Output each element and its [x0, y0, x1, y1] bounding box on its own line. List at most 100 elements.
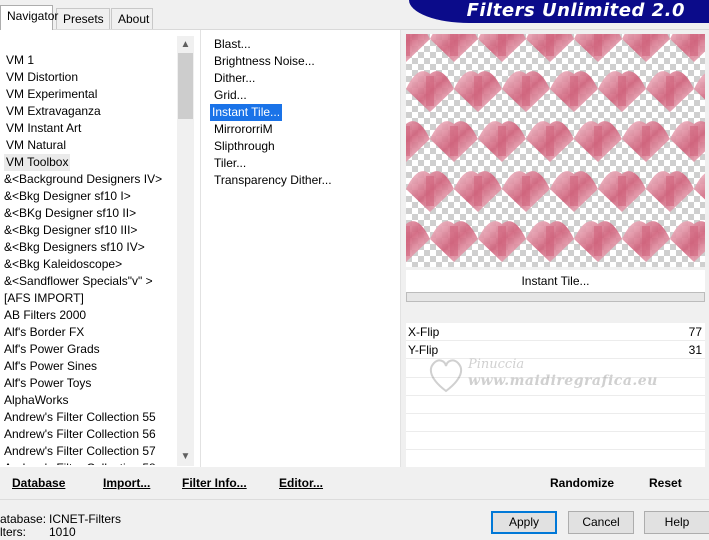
banner-title: Filters Unlimited 2.0	[466, 0, 685, 21]
tile-bar	[474, 176, 482, 206]
tile-bar	[426, 76, 434, 106]
filter-info-button[interactable]: Filter Info...	[182, 475, 247, 491]
tab-about[interactable]: About	[111, 8, 153, 29]
chevron-up-icon[interactable]: ▲	[177, 36, 194, 53]
category-item[interactable]: AB Filters 2000	[4, 307, 86, 324]
tab-presets-label: Presets	[63, 12, 104, 26]
tile-shape	[670, 221, 705, 262]
import-button[interactable]: Import...	[103, 475, 150, 491]
apply-button[interactable]: Apply	[491, 511, 557, 534]
heart-icon	[429, 359, 463, 393]
watermark-line2: www.maidiregrafica.eu	[468, 373, 658, 389]
tile-bar	[450, 34, 458, 56]
tile-bar	[642, 34, 650, 56]
right-panel: Instant Tile... X-Flip 77 Y-Flip 31 Pinu…	[401, 30, 709, 495]
category-item[interactable]: VM Natural	[6, 137, 66, 154]
current-filter-name: Instant Tile...	[406, 270, 705, 292]
tab-bar: Navigator Presets About Filters Unlimite…	[0, 0, 709, 30]
status-filters-label: lters:	[0, 525, 27, 539]
tile-bar	[406, 126, 410, 156]
cancel-button[interactable]: Cancel	[568, 511, 634, 534]
category-item[interactable]: Andrew's Filter Collection 57	[4, 443, 156, 460]
filter-item[interactable]: Instant Tile...	[210, 104, 283, 121]
scrollbar-thumb[interactable]	[178, 53, 193, 119]
tile-bar	[498, 226, 506, 256]
param-row-empty	[406, 413, 705, 414]
randomize-button[interactable]: Randomize	[550, 475, 614, 491]
help-button[interactable]: Help	[644, 511, 709, 534]
main-panel: VM 1 VM Distortion VM Experimental VM Extra…	[0, 29, 709, 495]
filter-item[interactable]: Brightness Noise...	[212, 53, 317, 70]
category-item[interactable]: Andrew's Filter Collection 55	[4, 409, 156, 426]
category-item[interactable]: VM 1	[6, 52, 34, 69]
category-item[interactable]: &<Bkg Designers sf10 IV>	[4, 239, 145, 256]
category-item[interactable]: &<Bkg Designer sf10 I>	[4, 188, 131, 205]
tile-bar	[690, 226, 698, 256]
tile-bar	[642, 226, 650, 256]
category-item[interactable]: &<Sandflower Specials"v" >	[4, 273, 153, 290]
tile-bar	[618, 76, 626, 106]
param-value: 31	[688, 343, 702, 357]
tile-bar	[426, 176, 434, 206]
filter-item[interactable]: Transparency Dither...	[212, 172, 334, 189]
tile-bar	[642, 126, 650, 156]
category-item[interactable]: Alf's Power Toys	[4, 375, 91, 392]
watermark-line1: Pinuccia	[468, 357, 525, 372]
reset-button[interactable]: Reset	[649, 475, 682, 491]
status-area: atabase: ICNET-Filters lters: 1010 Apply…	[0, 499, 709, 540]
filter-item[interactable]: Grid...	[212, 87, 249, 104]
database-button[interactable]: Database	[12, 475, 65, 491]
tile-bar	[666, 76, 674, 106]
param-row-empty	[406, 449, 705, 450]
tile-bar	[450, 126, 458, 156]
tile-bar	[546, 126, 554, 156]
category-scrollbar[interactable]: ▲ ▼	[177, 36, 194, 466]
tile-shape	[670, 121, 705, 162]
chevron-down-icon[interactable]: ▼	[177, 448, 194, 465]
category-item[interactable]: AlphaWorks	[4, 392, 68, 409]
category-item[interactable]: VM Toolbox	[4, 154, 71, 171]
category-item[interactable]: Alf's Border FX	[4, 324, 84, 341]
tile-bar	[406, 34, 410, 56]
category-item[interactable]: Alf's Power Sines	[4, 358, 97, 375]
tile-bar	[570, 176, 578, 206]
title-banner: Filters Unlimited 2.0	[409, 0, 709, 23]
filter-item[interactable]: Dither...	[212, 70, 257, 87]
watermark: Pinuccia www.maidiregrafica.eu	[426, 351, 658, 411]
category-item[interactable]: VM Extravaganza	[6, 103, 101, 120]
status-database: atabase: ICNET-Filters	[0, 512, 121, 526]
tab-navigator-label: Navigator	[7, 9, 59, 23]
status-filters-value: 1010	[49, 525, 76, 539]
filter-item[interactable]: MirrororriM	[212, 121, 275, 138]
filter-item[interactable]: Slipthrough	[212, 138, 277, 155]
tile-bar	[522, 76, 530, 106]
category-item[interactable]: Alf's Power Grads	[4, 341, 100, 358]
tab-presets[interactable]: Presets	[56, 8, 110, 29]
category-item[interactable]: Andrew's Filter Collection 56	[4, 426, 156, 443]
param-row-empty	[406, 431, 705, 432]
category-item[interactable]: Andrew's Filter Collection 58	[4, 460, 156, 465]
category-item[interactable]: &<Background Designers IV>	[4, 171, 162, 188]
tile-bar	[450, 226, 458, 256]
tile-bar	[594, 126, 602, 156]
divider	[200, 30, 201, 468]
status-database-label: atabase:	[0, 512, 47, 526]
tab-navigator[interactable]: Navigator	[0, 5, 58, 30]
filter-item[interactable]: Blast...	[212, 36, 253, 53]
category-item[interactable]: &<Bkg Designer sf10 III>	[4, 222, 137, 239]
tile-bar	[594, 226, 602, 256]
editor-button[interactable]: Editor...	[279, 475, 323, 491]
tile-bar	[498, 34, 506, 56]
category-item[interactable]: VM Experimental	[6, 86, 97, 103]
category-item[interactable]: [AFS IMPORT]	[4, 290, 84, 307]
instant-tile-pattern	[406, 34, 705, 262]
category-item[interactable]: VM Distortion	[6, 69, 78, 86]
filter-item[interactable]: Tiler...	[212, 155, 248, 172]
category-item[interactable]: &<Bkg Kaleidoscope>	[4, 256, 122, 273]
param-row-x-flip[interactable]: X-Flip 77	[406, 323, 705, 341]
category-item[interactable]: VM Instant Art	[6, 120, 81, 137]
tile-bar	[546, 226, 554, 256]
tile-shape	[694, 73, 705, 100]
action-bar: Database Import... Filter Info... Editor…	[0, 467, 709, 499]
category-item[interactable]: &<BKg Designer sf10 II>	[4, 205, 136, 222]
